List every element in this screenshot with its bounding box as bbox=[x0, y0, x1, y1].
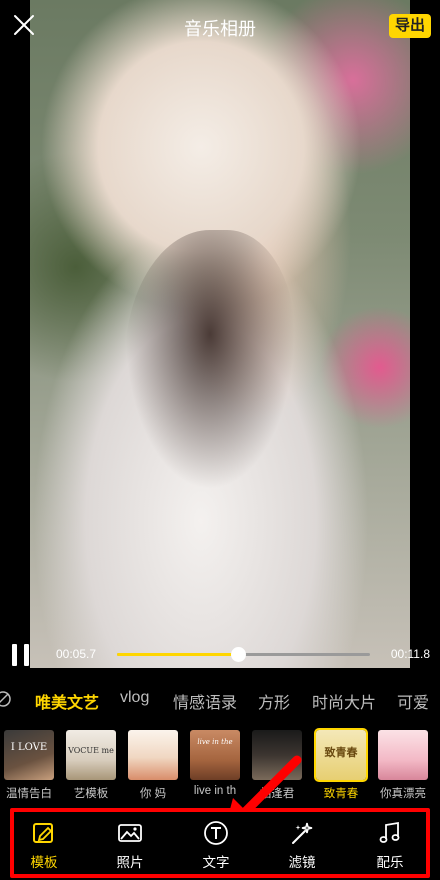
nav-filter[interactable]: 滤镜 bbox=[272, 820, 332, 871]
page-title: 音乐相册 bbox=[184, 19, 256, 39]
tab-category[interactable]: 时尚大片 bbox=[312, 689, 376, 713]
nav-text[interactable]: 文字 bbox=[186, 820, 246, 871]
bottom-toolbar: 模板 照片 文字 滤镜 配乐 bbox=[10, 808, 430, 878]
nav-template[interactable]: 模板 bbox=[14, 820, 74, 871]
template-label: 温情告白 bbox=[6, 788, 52, 800]
template-thumb[interactable] bbox=[252, 730, 302, 780]
tab-category[interactable]: 方形 bbox=[258, 689, 290, 713]
template-list: I LOVE 温情告白 VOCUE me 艺模板 你 妈 live in the… bbox=[0, 726, 440, 804]
pause-icon[interactable] bbox=[12, 644, 32, 666]
current-time: 00:05.7 bbox=[56, 647, 97, 661]
template-label: 你真漂亮 bbox=[380, 788, 426, 800]
no-template-icon[interactable] bbox=[0, 690, 12, 708]
template-thumb[interactable]: I LOVE bbox=[4, 730, 54, 780]
template-thumb[interactable] bbox=[378, 730, 428, 780]
progress-knob[interactable] bbox=[231, 647, 246, 662]
nav-photo[interactable]: 照片 bbox=[100, 820, 160, 871]
nav-label: 照片 bbox=[116, 855, 144, 870]
tab-category[interactable]: 可爱 bbox=[397, 689, 429, 713]
category-tabs: 唯美文艺 vlog 情感语录 方形 时尚大片 可爱 bbox=[0, 682, 440, 718]
tab-category[interactable]: 唯美文艺 bbox=[35, 689, 99, 713]
photo-subject bbox=[125, 230, 295, 490]
template-label: live in th bbox=[193, 785, 237, 797]
template-icon bbox=[33, 823, 53, 843]
template-label: 相逢君 bbox=[259, 788, 295, 800]
filter-icon bbox=[292, 822, 313, 844]
template-label: 你 妈 bbox=[139, 788, 167, 800]
template-thumb[interactable]: live in the bbox=[190, 730, 240, 780]
template-thumb[interactable]: VOCUE me bbox=[66, 730, 116, 780]
nav-label: 模板 bbox=[30, 855, 58, 870]
template-thumb[interactable]: 致青春 bbox=[314, 728, 368, 782]
music-icon bbox=[379, 821, 400, 843]
nav-label: 文字 bbox=[202, 855, 230, 870]
tab-category[interactable]: vlog bbox=[120, 689, 149, 707]
nav-label: 配乐 bbox=[376, 855, 404, 870]
template-label: 艺模板 bbox=[73, 788, 109, 800]
progress-slider[interactable] bbox=[117, 647, 370, 662]
nav-music[interactable]: 配乐 bbox=[360, 820, 420, 871]
photo-icon bbox=[118, 824, 142, 842]
export-button[interactable]: 导出 bbox=[388, 14, 431, 38]
progress-fill bbox=[117, 653, 238, 656]
tab-category[interactable]: 情感语录 bbox=[173, 689, 237, 713]
top-bar: 音乐相册 导出 bbox=[0, 0, 440, 54]
template-label: 致青春 bbox=[323, 788, 359, 800]
nav-label: 滤镜 bbox=[288, 855, 316, 870]
template-thumb[interactable] bbox=[128, 730, 178, 780]
photo-preview bbox=[30, 0, 410, 668]
total-time: 00:11.8 bbox=[390, 647, 430, 661]
text-icon bbox=[204, 821, 228, 845]
playback-bar: 00:05.7 00:11.8 bbox=[0, 638, 440, 670]
